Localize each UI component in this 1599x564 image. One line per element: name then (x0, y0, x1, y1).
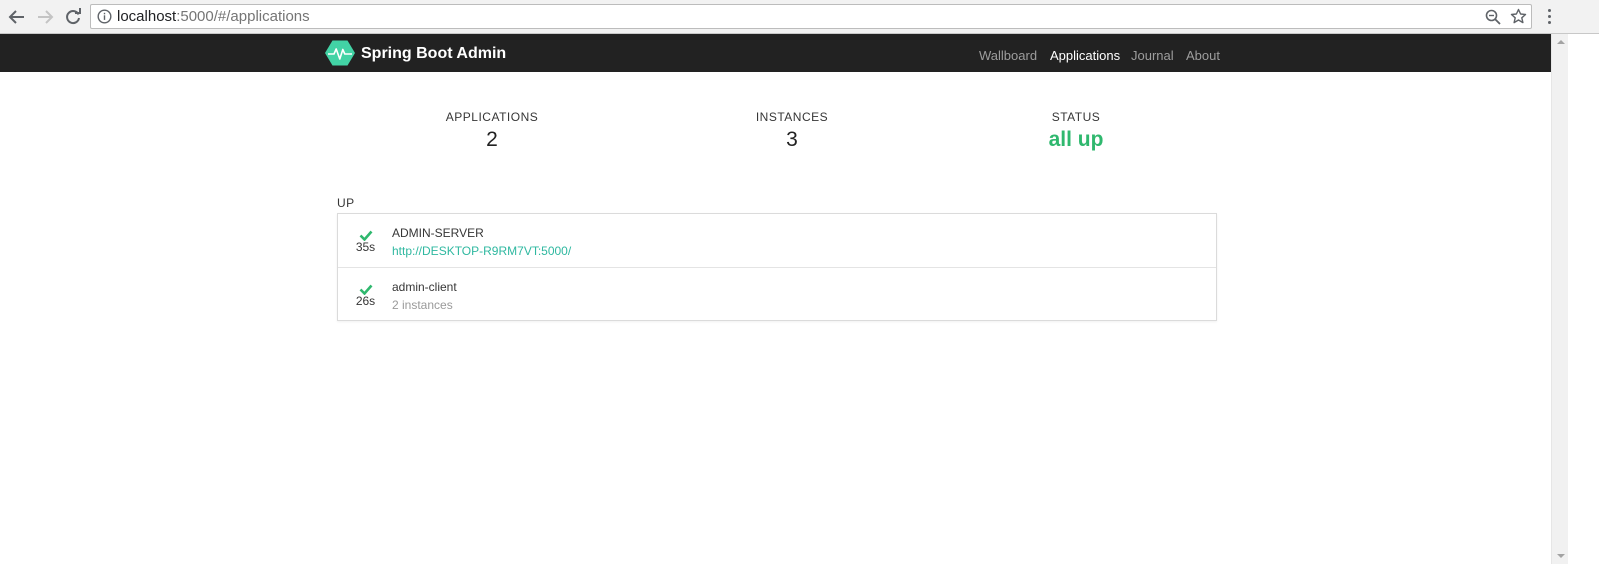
stat-status-label: STATUS (1051, 110, 1101, 124)
application-list: 35s ADMIN-SERVER http://DESKTOP-R9RM7VT:… (337, 213, 1217, 321)
stat-status-value: all up (1048, 128, 1104, 151)
scroll-down-arrow-icon[interactable] (1557, 554, 1565, 558)
browser-toolbar: localhost:5000/#/applications (0, 0, 1599, 34)
info-icon[interactable] (97, 9, 112, 29)
stat-applications-value: 2 (486, 128, 498, 151)
reload-icon[interactable] (62, 6, 84, 28)
stat-instances-label: INSTANCES (755, 110, 829, 124)
url-host: localhost (117, 8, 177, 25)
forward-arrow-icon[interactable] (34, 6, 56, 28)
stat-applications: APPLICATIONS 2 (372, 110, 612, 152)
nav-journal[interactable]: Journal (1131, 48, 1174, 63)
nav-about[interactable]: About (1186, 48, 1220, 63)
nav-wallboard[interactable]: Wallboard (979, 48, 1037, 63)
stat-status: STATUS all up (956, 110, 1196, 152)
url-text[interactable]: localhost:5000/#/applications (117, 8, 310, 26)
back-arrow-icon[interactable] (6, 6, 28, 28)
vertical-scrollbar[interactable] (1551, 34, 1568, 564)
scroll-up-arrow-icon[interactable] (1557, 40, 1565, 44)
spring-boot-admin-logo-icon (325, 40, 355, 71)
application-name: admin-client (392, 280, 457, 294)
stat-applications-label: APPLICATIONS (445, 110, 539, 124)
address-bar[interactable]: localhost:5000/#/applications (90, 4, 1532, 29)
instance-count: 2 instances (392, 298, 453, 312)
stat-instances: INSTANCES 3 (672, 110, 912, 152)
application-row[interactable]: 26s admin-client 2 instances (338, 267, 1216, 321)
group-heading-up: UP (337, 196, 355, 210)
nav-applications[interactable]: Applications (1050, 48, 1120, 63)
application-name: ADMIN-SERVER (392, 226, 484, 240)
application-url-link[interactable]: http://DESKTOP-R9RM7VT:5000/ (392, 244, 571, 258)
top-navbar: Spring Boot Admin Wallboard Applications… (0, 34, 1551, 72)
bookmark-star-icon[interactable] (1510, 8, 1527, 30)
zoom-icon[interactable] (1485, 9, 1501, 30)
uptime: 35s (355, 240, 376, 254)
browser-menu-icon[interactable] (1544, 3, 1558, 29)
uptime: 26s (355, 294, 376, 308)
application-row[interactable]: 35s ADMIN-SERVER http://DESKTOP-R9RM7VT:… (338, 214, 1216, 267)
url-path: :5000/#/applications (176, 8, 310, 25)
stat-instances-value: 3 (786, 128, 798, 151)
brand-title: Spring Boot Admin (361, 45, 507, 62)
